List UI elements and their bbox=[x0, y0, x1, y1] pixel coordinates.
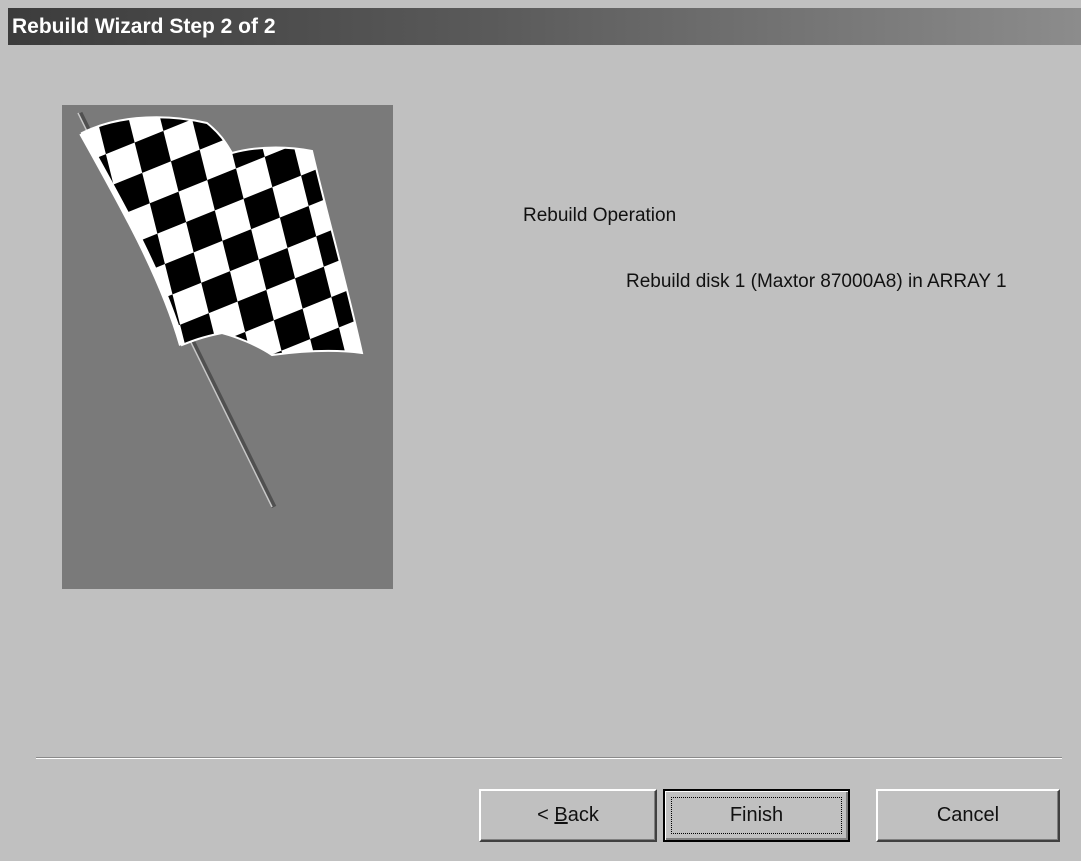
wizard-image bbox=[62, 105, 393, 589]
focus-rectangle bbox=[671, 797, 842, 834]
cancel-button[interactable]: Cancel bbox=[876, 789, 1060, 842]
divider bbox=[36, 757, 1062, 759]
back-label-rest: ack bbox=[567, 804, 599, 826]
title-bar[interactable]: Rebuild Wizard Step 2 of 2 bbox=[8, 8, 1081, 45]
back-prefix: < bbox=[537, 804, 555, 826]
cancel-label: Cancel bbox=[936, 804, 1000, 826]
back-mnemonic: B bbox=[554, 804, 568, 826]
checkered-flag-icon bbox=[77, 111, 364, 509]
wizard-dialog: Rebuild Wizard Step 2 of 2 Rebuild Opera… bbox=[0, 0, 1081, 861]
window-title: Rebuild Wizard Step 2 of 2 bbox=[12, 15, 276, 38]
operation-description: Rebuild disk 1 (Maxtor 87000A8) in ARRAY… bbox=[626, 271, 1007, 292]
operation-heading: Rebuild Operation bbox=[523, 205, 677, 226]
back-button[interactable]: < Back bbox=[479, 789, 657, 842]
finish-button[interactable]: Finish bbox=[663, 789, 850, 842]
